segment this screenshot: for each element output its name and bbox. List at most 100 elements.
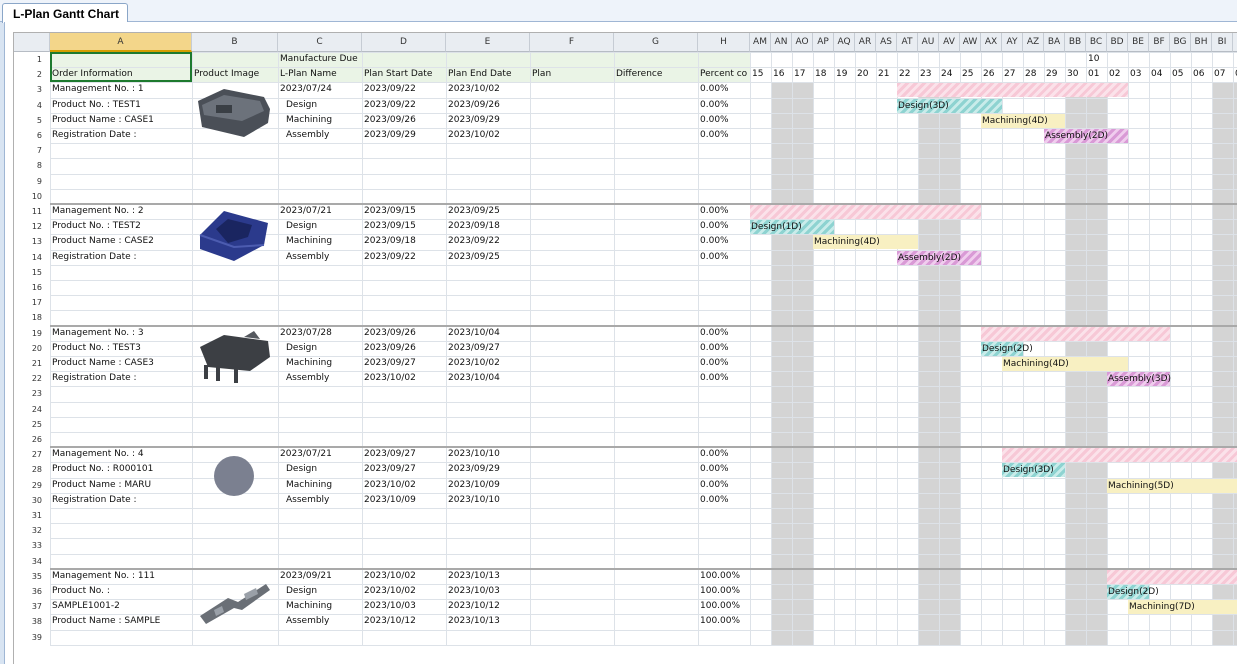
row-header[interactable]: 13 [14, 234, 42, 249]
row-header[interactable]: 10 [14, 189, 42, 204]
task-start-date: 2023/09/29 [364, 130, 416, 140]
column-header[interactable]: BA [1044, 33, 1065, 52]
gantt-bar-overall[interactable] [897, 83, 1128, 98]
task-start-date: 2023/10/02 [364, 373, 416, 384]
column-header[interactable]: BG [1170, 33, 1191, 52]
gantt-bar-overall[interactable] [750, 205, 981, 219]
row-header[interactable]: 18 [14, 310, 42, 325]
gantt-bar-design[interactable]: Design(3D) [1002, 463, 1065, 478]
row-header[interactable]: 20 [14, 341, 42, 356]
column-header[interactable]: AO [792, 33, 813, 52]
gantt-bar-design[interactable]: Design(1D) [750, 220, 834, 235]
spreadsheet[interactable]: A B C D E F G H AM AN AO AP AQ AR AS AT AU AV AW AX AY AZ BA BB… [13, 32, 1237, 664]
row-header[interactable]: 2 [14, 67, 42, 82]
gantt-bar-overall[interactable] [1002, 448, 1237, 463]
row-header[interactable]: 34 [14, 554, 42, 569]
column-header[interactable]: H [698, 33, 750, 52]
column-header[interactable]: BF [1149, 33, 1170, 52]
row-header[interactable]: 30 [14, 493, 42, 508]
column-header[interactable]: AS [876, 33, 897, 52]
column-header[interactable]: BD [1107, 33, 1128, 52]
row-header[interactable]: 28 [14, 462, 42, 477]
row-header[interactable]: 17 [14, 295, 42, 310]
row-header[interactable]: 9 [14, 174, 42, 189]
gantt-bar-design[interactable]: Design(3D) [897, 98, 1002, 113]
gantt-bar-design[interactable]: Design(2D) [1107, 585, 1159, 599]
column-header[interactable]: AU [918, 33, 939, 52]
column-header[interactable]: BE [1128, 33, 1149, 52]
header-manufacture-due: Manufacture Due [280, 54, 358, 64]
column-header[interactable]: AT [897, 33, 918, 52]
column-header[interactable]: BB [1065, 33, 1086, 52]
row-header[interactable]: 5 [14, 113, 42, 128]
column-header[interactable]: AZ [1023, 33, 1044, 52]
task-end-date: 2023/10/03 [448, 586, 500, 596]
column-header[interactable]: AX [981, 33, 1002, 52]
row-header[interactable]: 32 [14, 523, 42, 538]
row-header[interactable]: 36 [14, 584, 42, 599]
row-header[interactable]: 15 [14, 265, 42, 280]
row-header[interactable]: 38 [14, 614, 42, 629]
row-header[interactable]: 37 [14, 599, 42, 614]
task-percent-complete: 0.00% [700, 373, 729, 384]
column-header[interactable]: E [446, 33, 530, 52]
row-header[interactable]: 24 [14, 402, 42, 417]
row-header[interactable]: 26 [14, 432, 42, 447]
column-header[interactable]: AQ [834, 33, 855, 52]
column-header[interactable]: AY [1002, 33, 1023, 52]
row-header[interactable]: 29 [14, 478, 42, 493]
column-header[interactable]: D [362, 33, 446, 52]
row-header[interactable]: 6 [14, 128, 42, 143]
gantt-bar-machining[interactable]: Machining(7D) [1128, 600, 1237, 615]
row-header[interactable]: 3 [14, 82, 42, 97]
gantt-bar-machining[interactable]: Machining(4D) [813, 235, 918, 250]
column-header[interactable]: B [192, 33, 278, 52]
row-header[interactable]: 14 [14, 250, 42, 265]
column-header[interactable]: G [614, 33, 698, 52]
row-header[interactable]: 22 [14, 371, 42, 386]
day-label: 05 [1172, 69, 1184, 80]
column-header[interactable]: BC [1086, 33, 1107, 52]
gantt-bar-assembly[interactable]: Assembly(2D) [897, 250, 981, 265]
column-header[interactable]: A [50, 33, 192, 52]
row-header[interactable]: 35 [14, 569, 42, 584]
gantt-bar-machining[interactable]: Machining(4D) [981, 113, 1065, 128]
percent-complete: 0.00% [700, 449, 729, 460]
task-start-date: 2023/10/03 [364, 601, 416, 612]
row-header[interactable]: 31 [14, 508, 42, 523]
column-header[interactable]: AW [960, 33, 981, 52]
column-header[interactable]: BH [1191, 33, 1212, 52]
row-header[interactable]: 21 [14, 356, 42, 371]
row-header[interactable]: 27 [14, 447, 42, 462]
gantt-bar-machining[interactable]: Machining(5D) [1107, 478, 1237, 493]
gantt-bar-assembly[interactable]: Assembly(2D) [1044, 129, 1128, 143]
select-all-corner[interactable] [14, 33, 50, 52]
column-header[interactable]: BI [1212, 33, 1233, 52]
row-header[interactable]: 11 [14, 204, 42, 219]
row-header[interactable]: 16 [14, 280, 42, 295]
column-header[interactable]: F [530, 33, 614, 52]
column-header[interactable]: AV [939, 33, 960, 52]
column-header[interactable]: C [278, 33, 362, 52]
tab-lplan-gantt-chart[interactable]: L-Plan Gantt Chart [2, 3, 129, 23]
column-header[interactable]: AM [750, 33, 771, 52]
row-header[interactable]: 23 [14, 386, 42, 401]
column-header[interactable]: AR [855, 33, 876, 52]
gantt-bar-overall[interactable] [1107, 569, 1237, 584]
row-header[interactable]: 39 [14, 630, 42, 645]
gantt-bar-machining[interactable]: Machining(4D) [1002, 357, 1128, 371]
row-header[interactable]: 25 [14, 417, 42, 432]
gantt-bar-overall[interactable] [981, 326, 1170, 341]
row-header[interactable]: 1 [14, 52, 42, 67]
row-header[interactable]: 12 [14, 219, 42, 234]
column-header[interactable]: AN [771, 33, 792, 52]
row-header[interactable]: 7 [14, 143, 42, 158]
column-header[interactable]: AP [813, 33, 834, 52]
row-header[interactable]: 8 [14, 158, 42, 173]
gantt-bar-design[interactable]: Design(2D) [981, 341, 1033, 356]
column-header[interactable]: BJ [1233, 33, 1237, 52]
gantt-bar-assembly[interactable]: Assembly(3D) [1107, 372, 1171, 387]
row-header[interactable]: 19 [14, 326, 42, 341]
row-header[interactable]: 33 [14, 538, 42, 553]
row-header[interactable]: 4 [14, 98, 42, 113]
